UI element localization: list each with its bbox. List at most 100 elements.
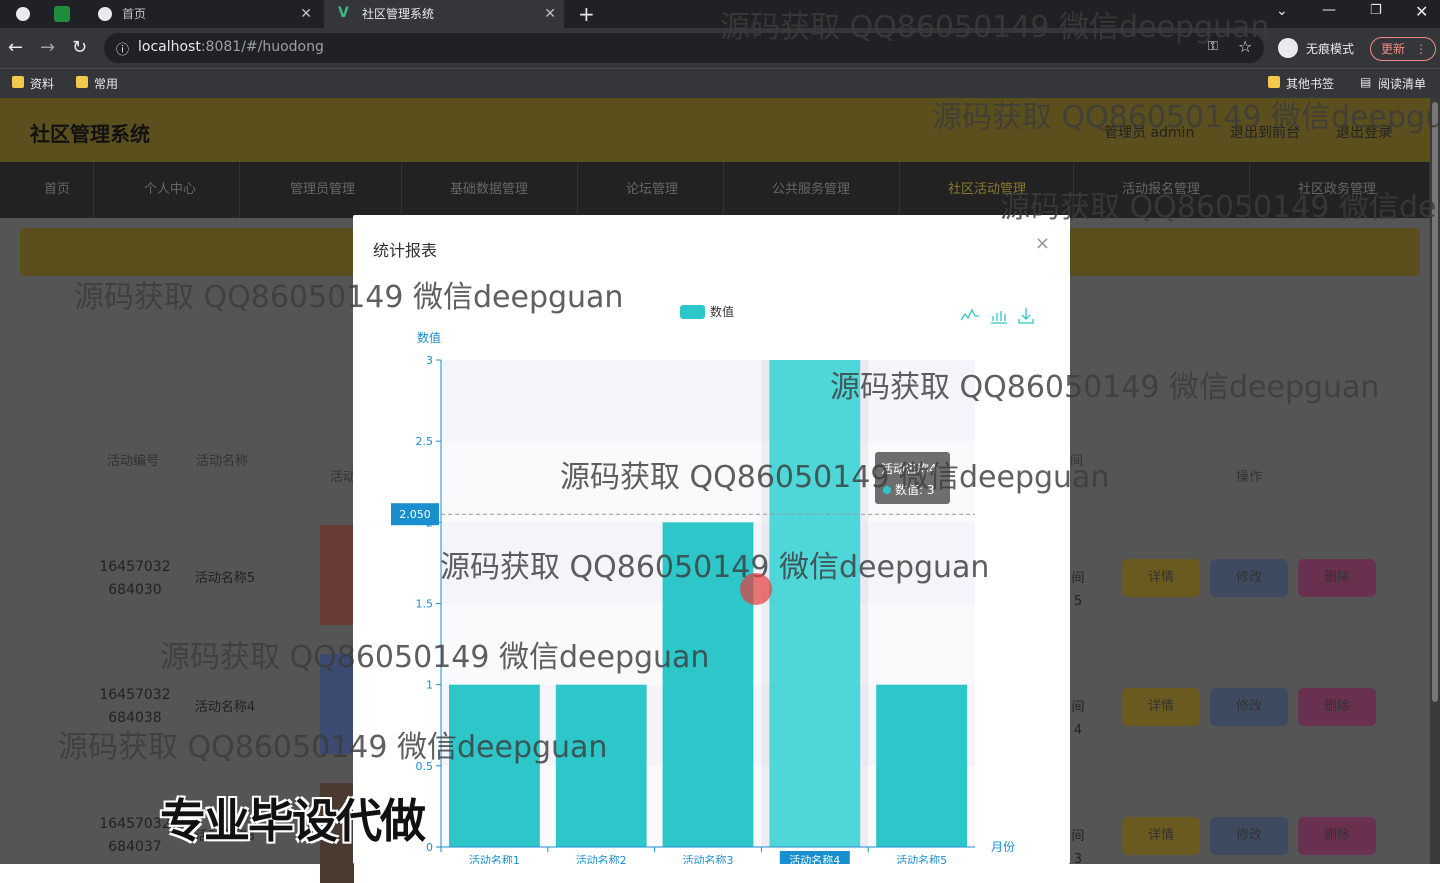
tooltip-marker: [883, 486, 891, 494]
other-bookmarks[interactable]: 其他书签: [1266, 75, 1334, 92]
app-header: 社区管理系统 管理员 admin 退出到前台 退出登录: [0, 98, 1440, 162]
user-label: 管理员 admin: [1104, 125, 1195, 141]
table-row-time: 间3: [1071, 829, 1085, 867]
logout-link[interactable]: 退出登录: [1336, 122, 1392, 142]
nav-basic-data[interactable]: 基础数据管理: [402, 162, 578, 218]
download-icon: [1018, 308, 1034, 324]
y-tick-label: 2.5: [416, 435, 434, 448]
update-button[interactable]: 更新 ⋮: [1370, 37, 1436, 61]
activity-image: [320, 525, 354, 625]
statistics-dialog: 统计报表 × 00.511.522.53活动名称1活动名称2活动名称3活动名称4…: [353, 215, 1070, 864]
line-chart-icon: [960, 308, 979, 321]
watermark-large: 专业毕设代做: [160, 794, 426, 848]
forward-icon[interactable]: →: [40, 37, 55, 59]
split-area: [441, 360, 975, 442]
nav-forum[interactable]: 论坛管理: [578, 162, 724, 218]
incognito-label: 无痕模式: [1306, 42, 1355, 56]
edit-button[interactable]: 修改: [1210, 688, 1288, 726]
y-tick-label: 1: [426, 679, 433, 692]
vue-icon: V: [338, 5, 349, 21]
bar: [769, 360, 861, 847]
to-front-link[interactable]: 退出到前台: [1230, 122, 1300, 142]
browser-tab-bar: 首页 ✕ V 社区管理系统 ✕ + ⌄ — ❐ ✕: [0, 0, 1440, 28]
detail-button[interactable]: 详情: [1122, 817, 1200, 855]
y-tick-label: 0.5: [416, 760, 434, 773]
delete-button[interactable]: 删除: [1298, 559, 1376, 597]
globe-icon: [98, 7, 112, 21]
info-icon: ⓘ: [116, 43, 130, 58]
tab-community[interactable]: V 社区管理系统 ✕: [324, 0, 564, 28]
mouse-cursor-highlight: [740, 573, 772, 605]
restore-icon[interactable]: ❐: [1370, 3, 1382, 18]
bar: [662, 522, 754, 847]
reading-list[interactable]: ▤ 阅读清单: [1358, 75, 1426, 92]
bar-chart-icon: [991, 311, 1007, 324]
key-icon[interactable]: ⚿: [1208, 39, 1218, 54]
new-tab-icon[interactable]: +: [578, 2, 595, 26]
bookmark-folder[interactable]: 常用: [74, 75, 118, 92]
reload-icon[interactable]: ↻: [72, 37, 87, 59]
bar: [876, 684, 967, 847]
back-icon[interactable]: ←: [8, 37, 23, 59]
app-title: 社区管理系统: [30, 122, 150, 146]
nav-public-service[interactable]: 公共服务管理: [724, 162, 900, 218]
more-icon: ⋮: [1415, 42, 1427, 56]
close-window-icon[interactable]: ✕: [1415, 2, 1428, 21]
nav-activity[interactable]: 社区活动管理: [900, 162, 1074, 218]
legend-label: 数值: [710, 304, 734, 319]
nav-home[interactable]: 首页: [0, 162, 94, 218]
page-scrollbar[interactable]: [1430, 98, 1440, 864]
detail-button[interactable]: 详情: [1122, 688, 1200, 726]
x-tick-label: 活动名称5: [896, 853, 947, 864]
detail-button[interactable]: 详情: [1122, 559, 1200, 597]
nav-admin[interactable]: 管理员管理: [240, 162, 402, 218]
tooltip-value: 数值: 3: [895, 482, 935, 497]
th-time: 间: [1070, 454, 1084, 469]
incognito-icon[interactable]: [1278, 38, 1298, 58]
minimize-icon[interactable]: —: [1322, 2, 1336, 18]
bookmarks-bar: 资料 常用 其他书签 ▤ 阅读清单: [0, 68, 1440, 98]
address-bar[interactable]: ⓘ localhost:8081/#/huodong ⚿ ☆: [104, 33, 1264, 63]
bar-chart: 00.511.522.53活动名称1活动名称2活动名称3活动名称4活动名称5数值…: [391, 304, 1034, 864]
tab-search-icon[interactable]: ⌄: [1276, 3, 1288, 19]
folder-icon: [1268, 76, 1280, 88]
table-row-time: 间4: [1071, 700, 1085, 738]
nav-personal[interactable]: 个人中心: [94, 162, 240, 218]
delete-button[interactable]: 删除: [1298, 817, 1376, 855]
reading-list-icon: ▤: [1360, 75, 1372, 89]
y-tick-label: 0: [426, 841, 433, 854]
bar: [555, 684, 647, 847]
table-row-id: 16457032 684038: [99, 687, 171, 726]
table-row-name: 活动名称5: [194, 571, 256, 586]
axis-pointer-label: 2.050: [399, 508, 431, 521]
delete-button[interactable]: 删除: [1298, 688, 1376, 726]
browser-toolbar: ← → ↻ ⓘ localhost:8081/#/huodong ⚿ ☆ 无痕模…: [0, 28, 1440, 68]
url-text: localhost:8081/#/huodong: [138, 39, 324, 55]
close-tab-icon[interactable]: ✕: [300, 0, 312, 28]
edit-button[interactable]: 修改: [1210, 559, 1288, 597]
x-tick-label: 活动名称2: [576, 853, 627, 864]
browser-menu-icon[interactable]: [16, 7, 30, 21]
tooltip-title: 活动名称4: [881, 461, 937, 476]
edit-button[interactable]: 修改: [1210, 817, 1288, 855]
th-activity-name[interactable]: 活动名称: [196, 450, 248, 469]
legend-swatch: [680, 305, 705, 319]
th-actions: 操作: [1236, 470, 1263, 485]
x-tick-label: 活动名称1: [469, 853, 520, 864]
y-axis-title: 数值: [417, 330, 441, 345]
y-tick-label: 1.5: [416, 598, 434, 611]
x-axis-title: 月份: [991, 840, 1015, 854]
folder-icon: [12, 76, 24, 88]
tab-home[interactable]: 首页 ✕: [84, 0, 320, 28]
table-row-id: 16457032 684030: [99, 559, 171, 598]
th-activity-id[interactable]: 活动编号: [107, 450, 159, 469]
bookmark-folder[interactable]: 资料: [10, 75, 54, 92]
table-row-time: 间5: [1071, 571, 1085, 609]
folder-icon: [76, 76, 88, 88]
x-tick-label: 活动名称3: [683, 853, 734, 864]
nav-signup[interactable]: 活动报名管理: [1074, 162, 1250, 218]
close-tab-icon[interactable]: ✕: [544, 0, 556, 28]
nav-government[interactable]: 社区政务管理: [1250, 162, 1430, 218]
tab-group-icon[interactable]: [54, 6, 70, 22]
star-icon[interactable]: ☆: [1238, 37, 1252, 56]
